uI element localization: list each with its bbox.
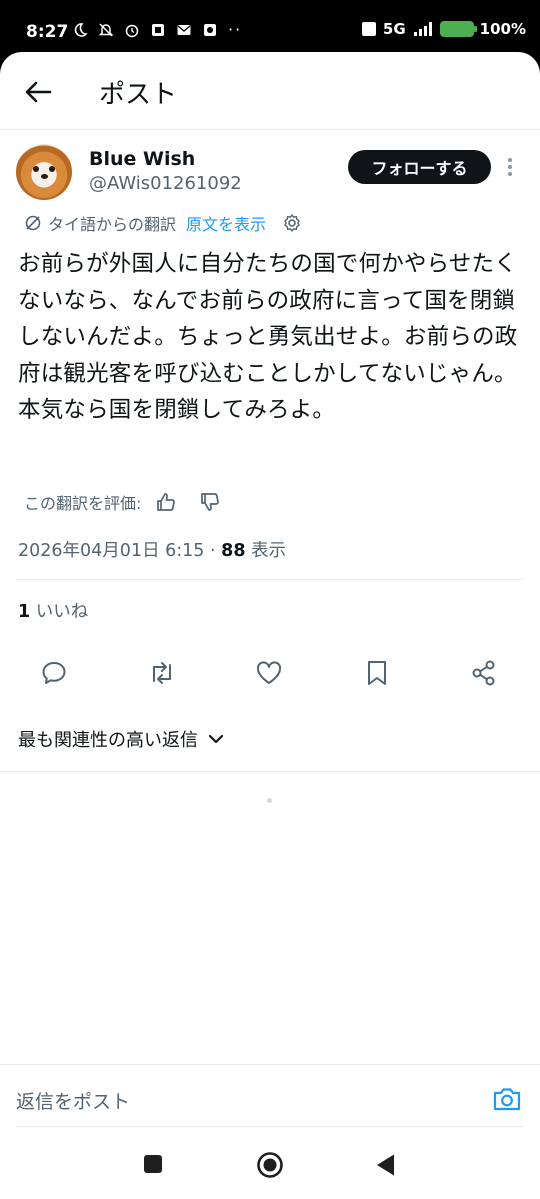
post-text: お前らが外国人に自分たちの国で何かやらせたくないなら、なんでお前らの政府に言って… (18, 251, 518, 423)
page-title: ポスト (99, 80, 178, 110)
reply-button[interactable] (39, 658, 69, 688)
post-detail-screen: ポスト Blue Wish @AWis01261092 フォローする タイ語から… (0, 52, 540, 1199)
translation-source: タイ語からの翻訳 (48, 215, 177, 234)
heart-icon (256, 661, 282, 684)
follow-button[interactable]: フォローする (348, 150, 491, 184)
comment-icon (42, 662, 66, 684)
views-label: 表示 (251, 541, 287, 561)
bookmark-button[interactable] (362, 658, 392, 688)
likes-count-row[interactable]: 1 いいね (18, 598, 88, 623)
app-notification-icon (152, 23, 164, 36)
more-dot-icon (508, 158, 512, 162)
translate-icon (25, 215, 41, 231)
top-bar: ポスト (0, 52, 540, 130)
reply-sort-label: 最も関連性の高い返信 (18, 730, 198, 751)
battery-icon (439, 21, 477, 37)
repost-icon (153, 662, 171, 684)
back-nav-button[interactable] (375, 1153, 397, 1177)
more-dot-icon (508, 172, 512, 176)
app-notification-icon-2 (204, 23, 216, 36)
alarm-icon (125, 24, 139, 37)
show-original-link[interactable]: 原文を表示 (186, 211, 266, 235)
repost-button[interactable] (147, 658, 177, 688)
likes-count: 1 (18, 602, 31, 622)
status-time: 8:27 (26, 22, 69, 42)
share-button[interactable] (469, 658, 499, 688)
bell-off-icon (98, 22, 114, 37)
status-bar: 8:27 ·· 5G 100% (0, 0, 540, 52)
recent-apps-button[interactable] (143, 1154, 163, 1174)
translation-note: タイ語からの翻訳 原文を表示 (24, 210, 302, 236)
more-notifications-icon: ·· (228, 20, 243, 39)
back-button[interactable] (18, 74, 58, 110)
share-icon (472, 660, 495, 686)
reply-sort-dropdown[interactable]: 最も関連性の高い返信 (18, 726, 224, 752)
likes-label: いいね (35, 602, 89, 622)
camera-icon[interactable] (492, 1085, 522, 1113)
post-timestamp[interactable]: 2026年04月01日 6:15 (18, 541, 204, 561)
thumbs-down-icon[interactable] (199, 491, 221, 513)
author-name[interactable]: Blue Wish (89, 148, 195, 170)
rate-translation-label: この翻訳を評価: (24, 494, 142, 513)
rate-translation: この翻訳を評価: (24, 488, 221, 516)
network-type: 5G (382, 20, 406, 38)
meta-separator: · (204, 541, 222, 561)
bookmark-icon (368, 661, 386, 685)
gear-icon[interactable] (282, 213, 302, 233)
status-notification-icons: ·· (72, 20, 242, 39)
author-handle[interactable]: @AWis01261092 (89, 173, 242, 194)
more-dot-icon (508, 165, 512, 169)
battery-level: 100% (479, 20, 526, 38)
mail-icon (177, 24, 191, 35)
system-navigation-bar (0, 1134, 540, 1199)
post-meta: 2026年04月01日 6:15 · 88 表示 (18, 537, 286, 562)
views-count: 88 (221, 541, 246, 561)
thumbs-up-icon[interactable] (155, 491, 177, 513)
volte-icon (361, 22, 376, 36)
like-button[interactable] (254, 658, 284, 688)
avatar[interactable] (16, 144, 72, 200)
divider (0, 771, 540, 772)
arrow-left-icon (25, 81, 52, 103)
home-button[interactable] (256, 1151, 284, 1179)
loading-indicator (267, 798, 272, 803)
reply-underline (16, 1126, 524, 1127)
status-system-icons: 5G 100% (361, 20, 526, 38)
moon-icon (74, 22, 88, 37)
chevron-down-icon (208, 734, 224, 744)
post-author: Blue Wish @AWis01261092 フォローする (16, 144, 524, 204)
more-options-button[interactable] (502, 152, 518, 182)
reply-input[interactable]: 返信をポスト (16, 1087, 130, 1114)
divider (16, 579, 524, 580)
reply-composer: 返信をポスト (0, 1064, 540, 1127)
signal-icon (413, 22, 432, 36)
post-actions (0, 652, 540, 696)
